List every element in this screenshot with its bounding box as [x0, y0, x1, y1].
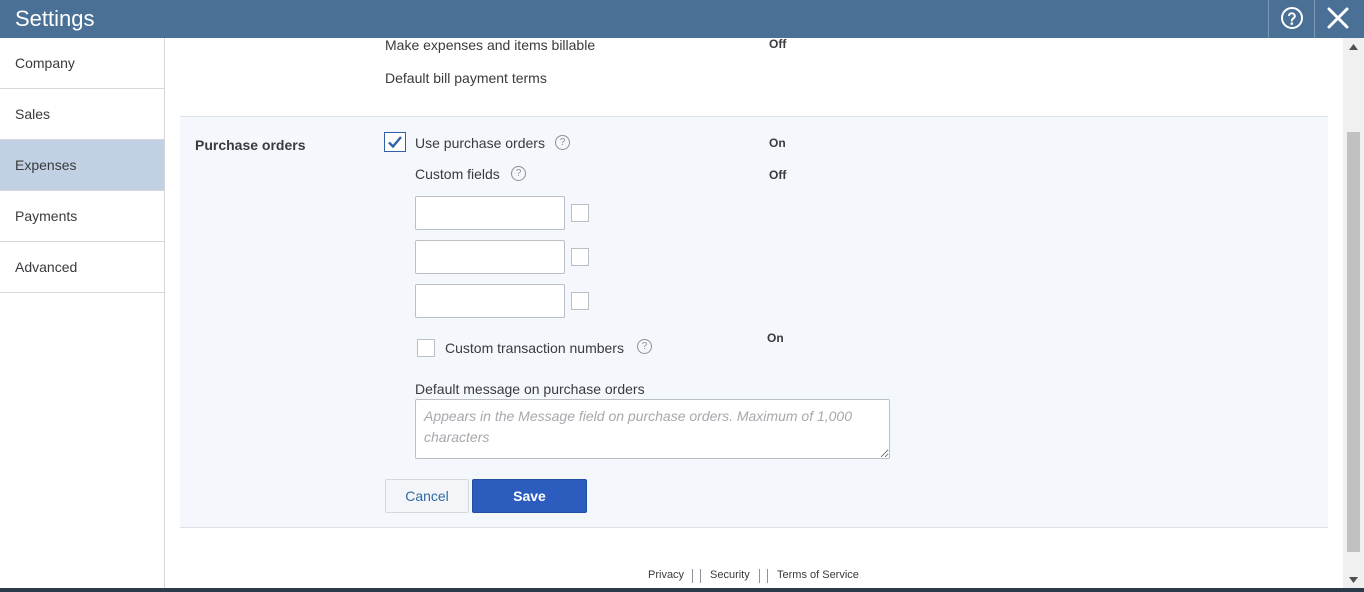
header-divider: [1268, 0, 1269, 38]
close-icon: [1327, 7, 1349, 29]
custom-transaction-numbers-value: On: [767, 331, 784, 345]
close-button[interactable]: [1322, 3, 1354, 33]
custom-field-name-input[interactable]: [415, 284, 565, 318]
sidebar-item-label: Sales: [15, 106, 51, 122]
custom-fields-value: Off: [769, 168, 787, 182]
use-purchase-orders-label: Use purchase orders: [415, 135, 545, 151]
window-bottom-edge: [0, 588, 1364, 592]
vertical-scrollbar[interactable]: [1343, 38, 1364, 588]
help-button[interactable]: [1278, 4, 1306, 32]
sidebar-item-label: Payments: [15, 208, 78, 224]
cancel-button[interactable]: Cancel: [385, 479, 469, 513]
save-button[interactable]: Save: [472, 479, 587, 513]
sidebar-item-label: Expenses: [15, 157, 77, 173]
custom-field-public-checkbox[interactable]: [571, 204, 589, 222]
custom-transaction-numbers-checkbox[interactable]: [417, 339, 435, 357]
custom-field-public-checkbox[interactable]: [571, 248, 589, 266]
payment-terms-label: Default bill payment terms: [385, 70, 547, 86]
help-icon[interactable]: ?: [511, 166, 526, 181]
footer-divider: [767, 569, 768, 583]
purchase-orders-section: Purchase orders Use purchase orders ? On…: [180, 116, 1328, 528]
use-purchase-orders-value: On: [769, 136, 786, 150]
custom-transaction-numbers-label: Custom transaction numbers: [445, 340, 624, 356]
billable-value: Off: [769, 38, 787, 51]
footer-divider: [692, 569, 693, 583]
sidebar-item-sales[interactable]: Sales: [0, 89, 164, 140]
sidebar-item-label: Advanced: [15, 259, 78, 275]
section-title: Purchase orders: [195, 137, 306, 153]
sidebar-item-expenses[interactable]: Expenses: [0, 140, 164, 191]
default-message-label: Default message on purchase orders: [415, 381, 645, 397]
use-purchase-orders-checkbox[interactable]: [384, 132, 406, 152]
footer-divider: [759, 569, 760, 583]
sidebar-item-company[interactable]: Company: [0, 38, 164, 89]
security-link[interactable]: Security: [710, 569, 750, 581]
triangle-down-icon: [1349, 576, 1358, 583]
custom-fields-label: Custom fields: [415, 166, 500, 182]
sidebar-item-payments[interactable]: Payments: [0, 191, 164, 242]
sidebar-item-label: Company: [15, 55, 75, 71]
triangle-up-icon: [1349, 43, 1358, 50]
custom-field-name-input[interactable]: [415, 240, 565, 274]
help-icon[interactable]: ?: [555, 135, 570, 150]
custom-field-name-input[interactable]: [415, 196, 565, 230]
sidebar-item-advanced[interactable]: Advanced: [0, 242, 164, 293]
footer-divider: [700, 569, 701, 583]
checkmark-icon: [388, 136, 402, 149]
header-divider: [1314, 0, 1315, 38]
settings-content: Make expenses and items billable Off Def…: [165, 38, 1343, 588]
help-icon[interactable]: ?: [637, 339, 652, 354]
page-title: Settings: [15, 6, 95, 31]
default-message-textarea[interactable]: [415, 399, 890, 459]
privacy-link[interactable]: Privacy: [648, 569, 684, 581]
scroll-down-button[interactable]: [1343, 571, 1364, 588]
scroll-up-button[interactable]: [1343, 38, 1364, 55]
settings-header: Settings: [0, 0, 1364, 38]
terms-of-service-link[interactable]: Terms of Service: [777, 569, 859, 581]
custom-field-public-checkbox[interactable]: [571, 292, 589, 310]
scrollbar-thumb[interactable]: [1347, 132, 1360, 552]
help-circle-icon: [1281, 7, 1303, 29]
settings-sidebar: Company Sales Expenses Payments Advanced: [0, 38, 165, 588]
billable-label: Make expenses and items billable: [385, 38, 596, 53]
